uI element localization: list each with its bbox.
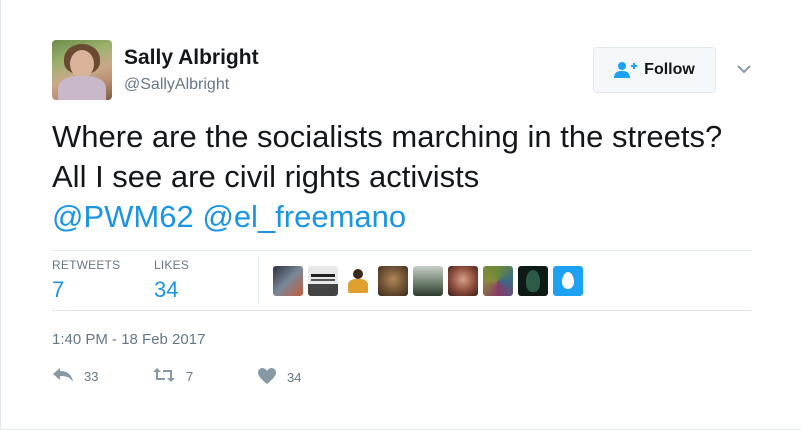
- tweet-text: Where are the socialists marching in the…: [52, 117, 752, 237]
- retweets-stat[interactable]: RETWEETS 7: [52, 258, 120, 303]
- like-count: 34: [287, 370, 302, 385]
- tweet-body: Where are the socialists marching in the…: [52, 119, 723, 194]
- follow-button-label: Follow: [644, 61, 695, 78]
- liker-avatar-icon[interactable]: [448, 266, 478, 296]
- egg-avatar-icon[interactable]: [553, 266, 583, 296]
- stats-divider-top: [52, 250, 752, 251]
- liker-avatar-icon[interactable]: [343, 266, 373, 296]
- stats-divider-bottom: [52, 310, 752, 311]
- liker-avatar-icon[interactable]: [378, 266, 408, 296]
- author-handle[interactable]: @SallyAlbright: [124, 76, 229, 94]
- follow-button[interactable]: Follow: [593, 47, 716, 93]
- reply-icon: [52, 367, 74, 386]
- tweet-timestamp[interactable]: 1:40 PM - 18 Feb 2017: [52, 331, 205, 348]
- author-name[interactable]: Sally Albright: [124, 46, 259, 70]
- author-avatar[interactable]: [52, 40, 112, 100]
- mention-link[interactable]: @PWM62: [52, 199, 194, 234]
- liker-avatar-icon[interactable]: [518, 266, 548, 296]
- retweets-label: RETWEETS: [52, 258, 121, 272]
- liker-avatar-icon[interactable]: [308, 266, 338, 296]
- likes-label: LIKES: [154, 258, 190, 272]
- liker-avatar-icon[interactable]: [413, 266, 443, 296]
- avatar-body: [58, 76, 106, 100]
- stats-vertical-separator: [258, 256, 259, 304]
- liker-avatar-icon[interactable]: [273, 266, 303, 296]
- retweet-count: 7: [186, 369, 194, 384]
- mention-link[interactable]: @el_freemano: [202, 199, 406, 234]
- tweet-card: Sally Albright @SallyAlbright Follow Whe…: [0, 0, 801, 430]
- likes-count: 34: [154, 277, 179, 302]
- reply-action[interactable]: 33: [52, 367, 98, 386]
- retweet-icon: [152, 367, 176, 386]
- liker-avatar-icon[interactable]: [483, 266, 513, 296]
- retweet-action[interactable]: 7: [152, 367, 193, 386]
- likers-avatars: [273, 266, 583, 296]
- heart-icon: [257, 367, 277, 388]
- avatar-face: [70, 50, 94, 78]
- reply-count: 33: [84, 369, 99, 384]
- likes-stat[interactable]: LIKES 34: [154, 258, 189, 303]
- follow-person-plus-icon: [614, 61, 638, 79]
- like-action[interactable]: 34: [257, 367, 301, 388]
- chevron-down-icon[interactable]: [735, 60, 753, 78]
- retweets-count: 7: [52, 277, 65, 302]
